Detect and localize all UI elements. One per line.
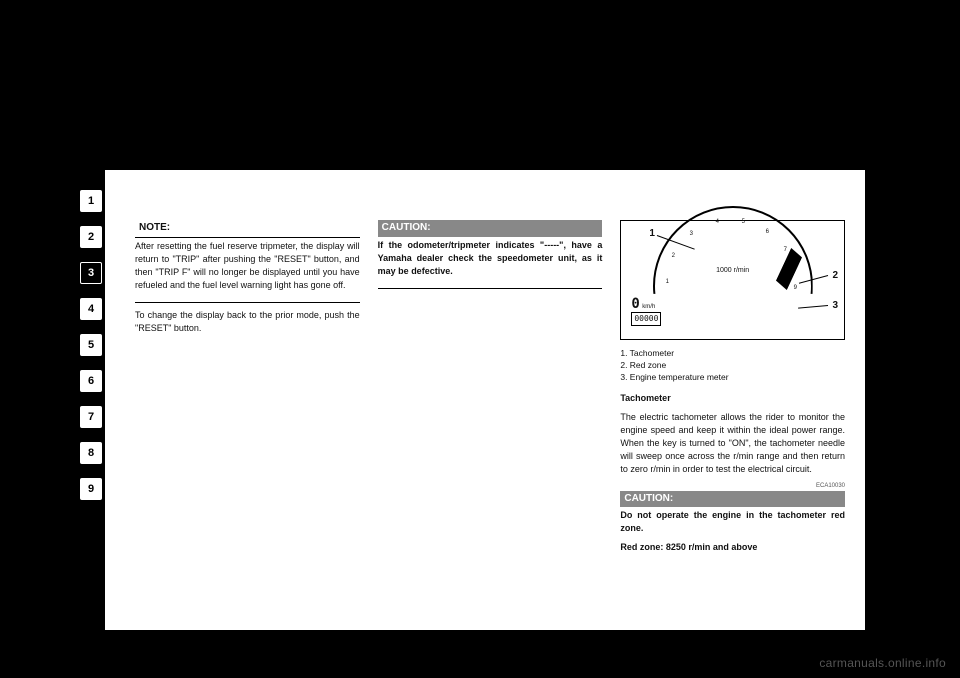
callout-1: 1 [649,227,655,242]
lcd-odometer: 00000 [631,312,661,326]
divider [135,302,360,303]
tab-5: 5 [80,334,102,356]
tab-6: 6 [80,370,102,392]
divider [378,288,603,289]
note-text: After resetting the fuel reserve tripmet… [135,240,360,292]
tip-text: To change the display back to the prior … [135,309,360,335]
tachometer-body: The electric tachometer allows the rider… [620,411,845,476]
chapter-tabs: 1 2 3 4 5 6 7 8 9 [80,190,105,500]
tick-2: 2 [672,252,675,261]
tick-4: 4 [716,218,719,227]
lcd-display: 0 km/h 00000 [631,297,691,327]
tick-1: 1 [666,278,669,287]
caution-text-2: Do not operate the engine in the tachome… [620,509,845,535]
page-columns: NOTE: After resetting the fuel reserve t… [105,170,865,630]
caution-text: If the odometer/tripmeter indicates "---… [378,239,603,278]
tick-6: 6 [766,228,769,237]
lcd-unit: km/h [642,304,655,310]
caution-label-2: CAUTION: [620,491,845,508]
tick-9: 9 [794,284,797,293]
tab-8: 8 [80,442,102,464]
tick-7: 7 [784,246,787,255]
reference-code: ECA10030 [620,482,845,491]
tick-3: 3 [690,230,693,239]
note-label: NOTE: [135,220,360,238]
callout-2: 2 [832,269,838,284]
section-heading: Tachometer [620,392,845,405]
tick-5: 5 [742,218,745,227]
callout-3: 3 [832,299,838,314]
column-left: NOTE: After resetting the fuel reserve t… [135,220,360,610]
tab-1: 1 [80,190,102,212]
legend-item-2: 2. Red zone [620,360,845,372]
legend-item-3: 3. Engine temperature meter [620,372,845,384]
manual-page: NOTE: After resetting the fuel reserve t… [105,170,865,630]
caution-label: CAUTION: [378,220,603,237]
tab-4: 4 [80,298,102,320]
caution-redzone-spec: Red zone: 8250 r/min and above [620,541,845,554]
watermark: carmanuals.online.info [819,656,946,670]
lcd-speed-value: 0 [631,296,639,312]
tab-2: 2 [80,226,102,248]
column-right: 1 2 3 4 5 6 7 8 9 1000 r/min 0 km/h [620,220,845,610]
tab-7: 7 [80,406,102,428]
tachometer-figure: 1 2 3 4 5 6 7 8 9 1000 r/min 0 km/h [620,220,845,340]
column-middle: CAUTION: If the odometer/tripmeter indic… [378,220,603,610]
tab-9: 9 [80,478,102,500]
tab-3: 3 [80,262,102,284]
dial-unit-label: 1000 r/min [703,266,763,286]
